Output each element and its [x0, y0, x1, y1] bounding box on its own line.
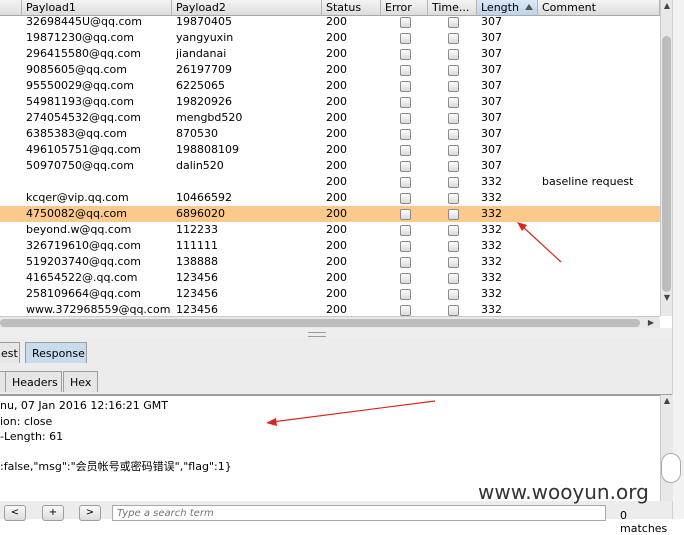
annotation-arrow-lower	[271, 400, 436, 423]
annotation-arrows	[266, 222, 562, 426]
annotation-arrow-upper	[521, 225, 562, 263]
arrowhead-icon	[266, 418, 277, 426]
